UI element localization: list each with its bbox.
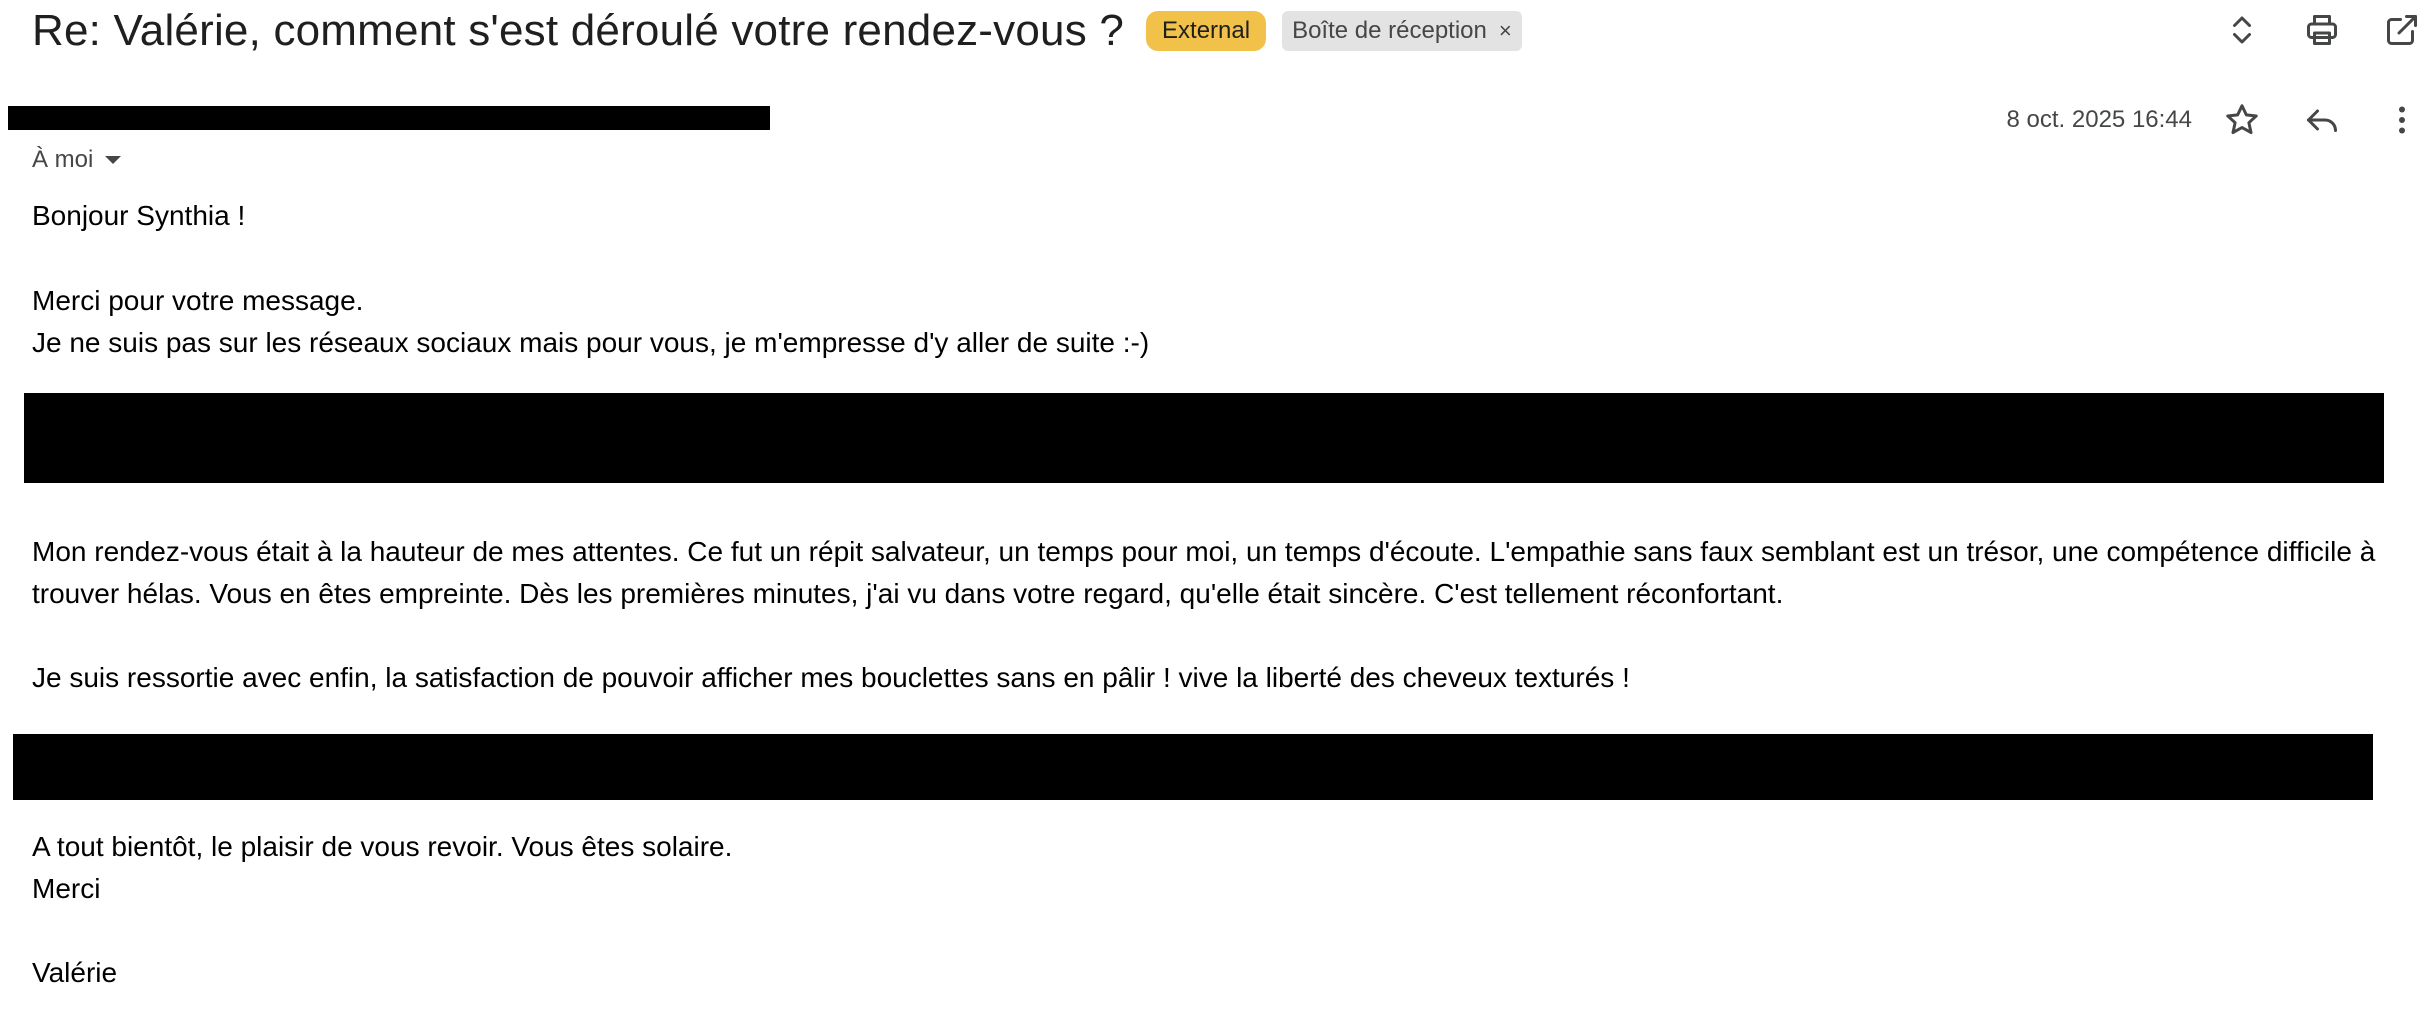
remove-label-icon[interactable]: × [1499,18,1512,44]
chevron-down-icon [105,156,122,164]
body-signature: Valérie [32,957,118,988]
print-icon[interactable] [2300,8,2344,52]
message-header-actions: 8 oct. 2025 16:44 [2007,98,2424,142]
recipient-dropdown[interactable]: À moi [32,146,122,174]
star-icon[interactable] [2220,98,2264,142]
open-new-window-icon[interactable] [2380,8,2424,52]
body-paragraph-1: Mon rendez-vous était à la hauteur de me… [32,536,2376,609]
expand-collapse-icon[interactable] [2220,8,2264,52]
body-greeting: Bonjour Synthia ! [32,200,246,231]
more-vert-icon[interactable] [2380,98,2424,142]
body-line-1: Merci pour votre message. [32,285,364,316]
body-redaction-1 [24,393,2384,483]
body-closing-1: A tout bientôt, le plaisir de vous revoi… [32,831,733,862]
reply-icon[interactable] [2300,98,2344,142]
label-external[interactable]: External [1146,11,1267,51]
label-inbox-text: Boîte de réception [1292,17,1487,44]
body-paragraph-2: Je suis ressortie avec enfin, la satisfa… [32,662,1630,693]
recipient-label: À moi [32,146,94,173]
thread-toolbar [2184,8,2424,52]
body-closing-2: Merci [32,873,101,904]
sender-redaction [8,106,770,130]
subject-row: Re: Valérie, comment s'est déroulé votre… [32,0,1522,62]
email-subject: Re: Valérie, comment s'est déroulé votre… [32,6,1125,55]
label-inbox[interactable]: Boîte de réception × [1282,11,1522,51]
body-redaction-2 [13,734,2373,800]
body-line-2: Je ne suis pas sur les réseaux sociaux m… [32,327,1150,358]
message-date: 8 oct. 2025 16:44 [2006,106,2192,133]
